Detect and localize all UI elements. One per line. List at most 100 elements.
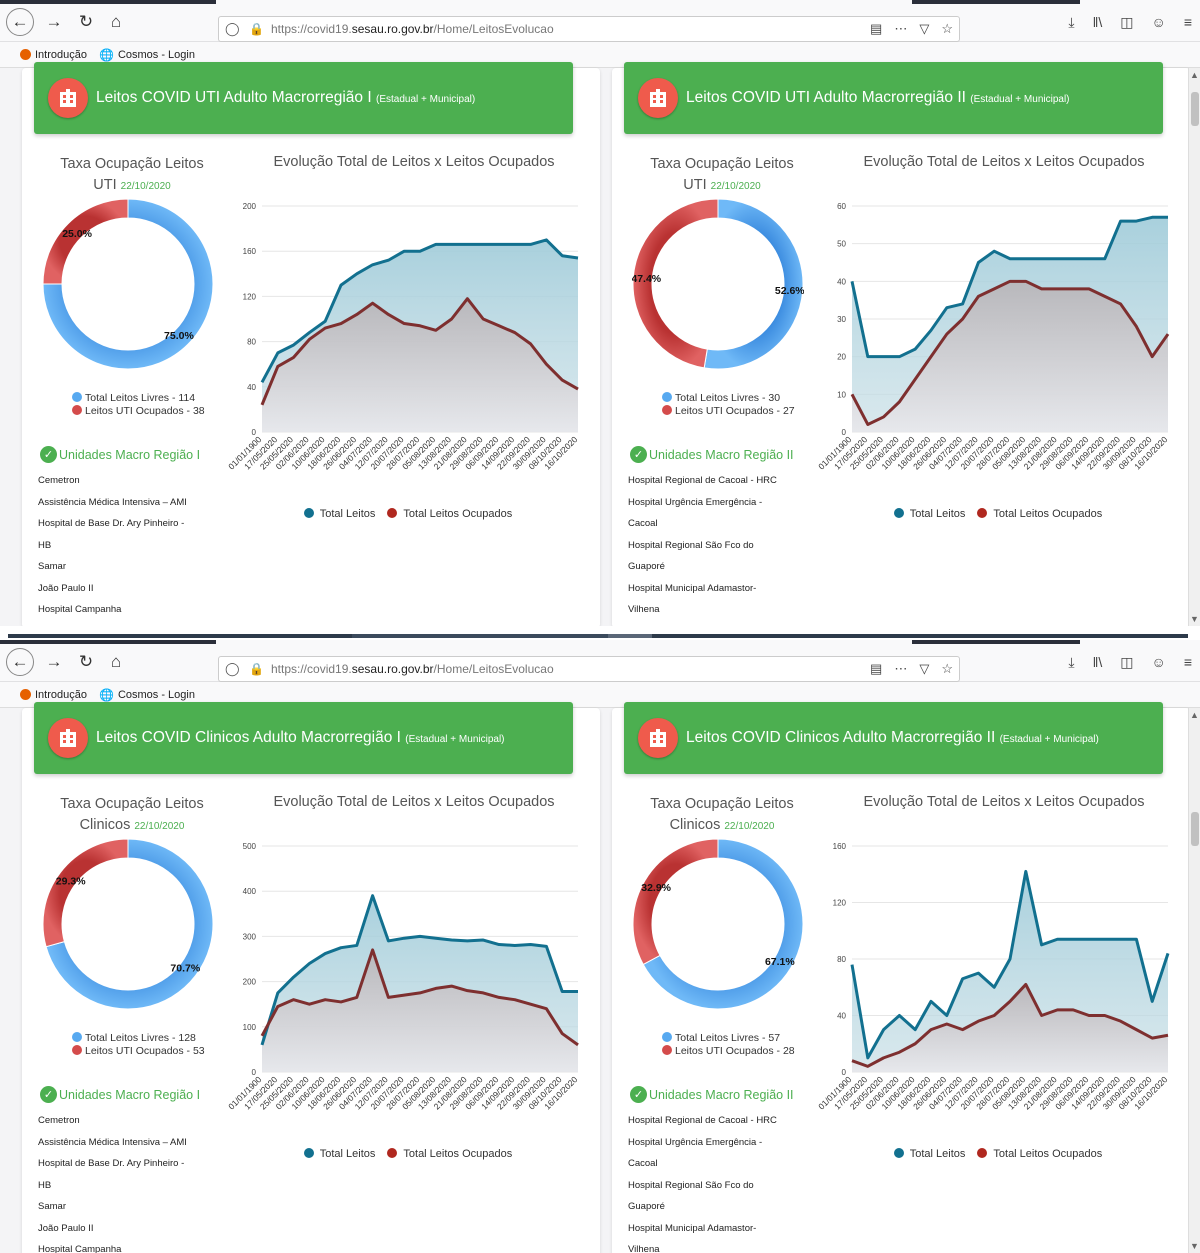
panel-card: Leitos COVID UTI Adulto Macrorregião I (… bbox=[22, 62, 600, 626]
bookmark-introducao[interactable]: Introdução bbox=[20, 49, 87, 61]
page-scrollbar[interactable]: ▲ ▼ bbox=[1188, 708, 1200, 1253]
menu-icon[interactable]: ≡ bbox=[1184, 14, 1192, 31]
evolution-chart: 010203040506001/01/190017/05/202025/05/2… bbox=[816, 202, 1169, 471]
legend-free: Total Leitos Livres - 30 bbox=[662, 392, 795, 405]
donut-occupied-pct-label: 25.0% bbox=[62, 228, 92, 240]
panel-header: Leitos COVID UTI Adulto Macrorregião I (… bbox=[34, 62, 573, 134]
unit-item: Hospital Urgência Emergência - bbox=[628, 496, 763, 508]
y-tick-label: 60 bbox=[837, 202, 846, 211]
unit-item: Vilhena bbox=[628, 1244, 660, 1253]
units-heading: ✓ Unidades Macro Região II bbox=[630, 446, 794, 463]
back-icon[interactable]: ← bbox=[6, 8, 34, 36]
account-icon[interactable]: ☺ bbox=[1152, 654, 1166, 671]
browser-screenshot-2: ← → ↻ ⌂ ◯ 🔒 https://covid19.sesau.ro.gov… bbox=[0, 640, 1200, 1253]
bookmark-introducao[interactable]: Introdução bbox=[20, 689, 87, 701]
legend-total-leitos[interactable]: Total Leitos bbox=[301, 508, 379, 520]
pocket-icon[interactable]: ▽ bbox=[919, 657, 929, 681]
occupancy-date: 22/10/2020 bbox=[134, 821, 185, 832]
more-icon[interactable]: ⋯ bbox=[894, 17, 907, 41]
y-tick-label: 300 bbox=[243, 932, 257, 941]
url-path: /Home/LeitosEvolucao bbox=[433, 662, 554, 676]
hospital-icon bbox=[48, 78, 88, 118]
bookmark-label: Introdução bbox=[35, 688, 87, 701]
account-icon[interactable]: ☺ bbox=[1152, 14, 1166, 31]
download-icon[interactable]: ⤓ bbox=[1068, 654, 1074, 671]
sidebar-icon[interactable]: ◫ bbox=[1120, 14, 1133, 31]
browser-screenshot-1: ← → ↻ ⌂ ◯ 🔒 https://covid19.sesau.ro.gov… bbox=[0, 0, 1200, 626]
bookmark-cosmos-login[interactable]: 🌐 Cosmos - Login bbox=[99, 48, 195, 62]
unit-item: Cemetron bbox=[38, 1115, 80, 1126]
unit-item: HB bbox=[38, 1179, 52, 1191]
unit-item: Cacoal bbox=[628, 518, 658, 529]
url-path: /Home/LeitosEvolucao bbox=[433, 22, 554, 36]
legend-occupied: Leitos UTI Ocupados - 28 bbox=[662, 1045, 795, 1058]
home-icon[interactable]: ⌂ bbox=[102, 648, 130, 676]
donut-legend: Total Leitos Livres - 30 Leitos UTI Ocup… bbox=[662, 392, 795, 418]
hospital-icon bbox=[638, 718, 678, 758]
occupancy-date: 22/10/2020 bbox=[120, 181, 171, 192]
check-circle-icon: ✓ bbox=[630, 1086, 647, 1103]
forward-icon[interactable]: → bbox=[40, 8, 68, 36]
occupancy-title: Taxa Ocupação Leitos UTI 22/10/2020 bbox=[650, 156, 794, 193]
legend-total-ocupados[interactable]: Total Leitos Ocupados bbox=[974, 508, 1105, 520]
donut-slice-occupied bbox=[632, 838, 719, 966]
bookmark-star-icon[interactable]: ☆ bbox=[941, 657, 953, 681]
shield-icon[interactable]: ◯ bbox=[225, 657, 240, 681]
more-icon[interactable]: ⋯ bbox=[894, 657, 907, 681]
screenshot-separator bbox=[0, 626, 1200, 640]
menu-icon[interactable]: ≡ bbox=[1184, 654, 1192, 671]
reload-icon[interactable]: ↻ bbox=[72, 8, 100, 36]
donut-occupied-pct-label: 47.4% bbox=[632, 273, 662, 285]
lock-icon[interactable]: 🔒 bbox=[249, 657, 264, 681]
legend-free: Total Leitos Livres - 128 bbox=[72, 1032, 205, 1045]
sidebar-icon[interactable]: ◫ bbox=[1120, 654, 1133, 671]
units-list: Hospital Regional de Cacoal - HRC Hospita… bbox=[628, 1110, 777, 1253]
forward-icon[interactable]: → bbox=[40, 648, 68, 676]
legend-total-ocupados[interactable]: Total Leitos Ocupados bbox=[384, 1148, 515, 1160]
y-tick-label: 160 bbox=[243, 247, 257, 256]
occupancy-donut: 75.0% 25.0% bbox=[42, 198, 214, 370]
library-icon[interactable]: ‖\ bbox=[1093, 654, 1103, 671]
reader-view-icon[interactable]: ▤ bbox=[870, 657, 882, 681]
unit-item: Cacoal bbox=[628, 1158, 658, 1169]
reader-view-icon[interactable]: ▤ bbox=[870, 17, 882, 41]
chart-title: Evolução Total de Leitos x Leitos Ocupad… bbox=[273, 794, 555, 810]
donut-legend: Total Leitos Livres - 57 Leitos UTI Ocup… bbox=[662, 1032, 795, 1058]
legend-total-leitos[interactable]: Total Leitos bbox=[891, 1148, 969, 1160]
legend-total-ocupados[interactable]: Total Leitos Ocupados bbox=[384, 508, 515, 520]
shield-icon[interactable]: ◯ bbox=[225, 17, 240, 41]
y-tick-label: 40 bbox=[247, 383, 256, 392]
home-icon[interactable]: ⌂ bbox=[102, 8, 130, 36]
occupancy-date: 22/10/2020 bbox=[724, 821, 775, 832]
page-scrollbar[interactable]: ▲ ▼ bbox=[1188, 68, 1200, 626]
y-tick-label: 500 bbox=[243, 842, 257, 851]
back-icon[interactable]: ← bbox=[6, 648, 34, 676]
globe-icon: 🌐 bbox=[98, 687, 114, 702]
download-icon[interactable]: ⤓ bbox=[1068, 14, 1074, 31]
lock-icon[interactable]: 🔒 bbox=[249, 17, 264, 41]
bookmark-label: Introdução bbox=[35, 48, 87, 61]
donut-legend: Total Leitos Livres - 114 Leitos UTI Ocu… bbox=[72, 392, 205, 418]
unit-item: Hospital Regional São Fco do bbox=[628, 539, 754, 551]
bookmark-cosmos-login[interactable]: 🌐 Cosmos - Login bbox=[99, 688, 195, 702]
pocket-icon[interactable]: ▽ bbox=[919, 17, 929, 41]
reload-icon[interactable]: ↻ bbox=[72, 648, 100, 676]
panel-card: Leitos COVID UTI Adulto Macrorregião II … bbox=[612, 62, 1190, 626]
unit-item: Hospital Regional de Cacoal - HRC bbox=[628, 1115, 777, 1126]
legend-total-leitos[interactable]: Total Leitos bbox=[301, 1148, 379, 1160]
legend-total-leitos[interactable]: Total Leitos bbox=[891, 508, 969, 520]
unit-item: Hospital Municipal Adamastor- bbox=[628, 1222, 757, 1234]
hospital-icon bbox=[48, 718, 88, 758]
url-bar[interactable]: ◯ 🔒 https://covid19.sesau.ro.gov.br/Home… bbox=[218, 656, 960, 682]
legend-free: Total Leitos Livres - 114 bbox=[72, 392, 205, 405]
url-bar[interactable]: ◯ 🔒 https://covid19.sesau.ro.gov.br/Home… bbox=[218, 16, 960, 42]
bookmark-star-icon[interactable]: ☆ bbox=[941, 17, 953, 41]
unit-item: Hospital Municipal Adamastor- bbox=[628, 582, 757, 594]
bookmark-label: Cosmos - Login bbox=[117, 48, 195, 61]
legend-total-ocupados[interactable]: Total Leitos Ocupados bbox=[974, 1148, 1105, 1160]
donut-occupied-pct-label: 32.9% bbox=[641, 882, 671, 894]
unit-item: Hospital Regional de Cacoal - HRC bbox=[628, 475, 777, 486]
library-icon[interactable]: ‖\ bbox=[1093, 14, 1103, 31]
unit-item: HB bbox=[38, 539, 52, 551]
browser-toolbar: ← → ↻ ⌂ ◯ 🔒 https://covid19.sesau.ro.gov… bbox=[0, 0, 1200, 42]
